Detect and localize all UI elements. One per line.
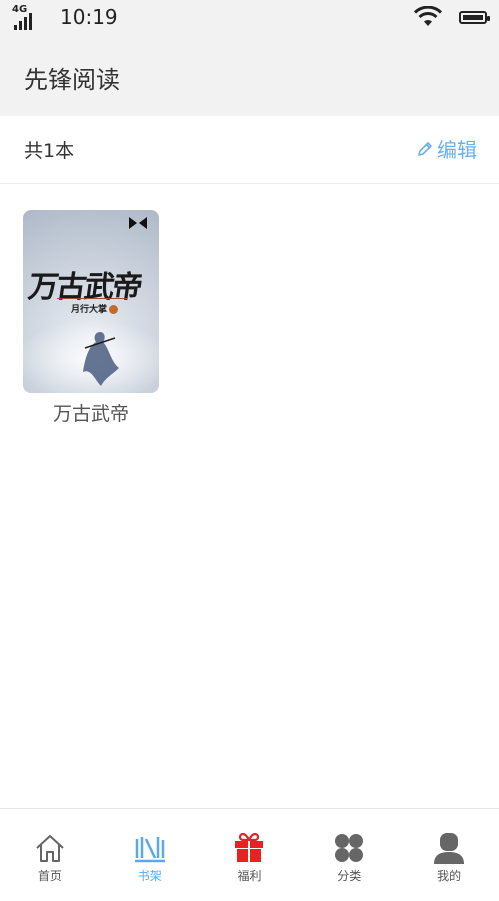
tab-label: 首页: [37, 869, 62, 883]
book-count: 共1本: [24, 140, 75, 162]
book-cover[interactable]: 万古武帝 月行大掌: [23, 210, 159, 393]
shelf-toolbar: 共1本 编辑: [0, 116, 499, 184]
cover-figure-icon: [83, 332, 119, 386]
home-icon: [36, 835, 64, 862]
wifi-icon: [413, 6, 443, 26]
tab-label: 书架: [137, 869, 162, 883]
tab-label: 我的: [437, 869, 462, 883]
edit-button[interactable]: 编辑: [416, 134, 477, 163]
bottom-tab-bar: 首页 书架 福利 分类 我的: [0, 808, 499, 901]
tab-label: 分类: [337, 869, 362, 883]
cover-title: 万古武帝: [26, 270, 143, 305]
edit-label: 编辑: [437, 138, 477, 162]
category-icon: [335, 834, 364, 862]
user-icon: [434, 833, 465, 864]
gift-icon: [235, 832, 264, 862]
tab-welfare[interactable]: 福利: [200, 809, 300, 901]
status-time: 10:19: [60, 5, 118, 29]
battery-icon: [459, 11, 490, 24]
bookshelf-icon: [134, 837, 165, 863]
tab-mine[interactable]: 我的: [399, 809, 499, 901]
book-title: 万古武帝: [52, 403, 129, 425]
pencil-icon: [418, 141, 432, 156]
status-bar: 4G 10:19: [0, 0, 499, 36]
tab-bookshelf[interactable]: 书架: [100, 809, 200, 901]
tab-home[interactable]: 首页: [0, 809, 100, 901]
book-item[interactable]: 万古武帝 月行大掌 万古武帝: [23, 210, 159, 426]
tab-label: 福利: [237, 869, 262, 883]
tab-category[interactable]: 分类: [299, 809, 399, 901]
app-header: 先锋阅读: [0, 36, 499, 116]
page-title: 先锋阅读: [24, 66, 120, 94]
signal-icon: 4G: [12, 4, 44, 32]
publisher-logo-icon: [129, 217, 147, 229]
cover-author: 月行大掌: [71, 302, 119, 315]
